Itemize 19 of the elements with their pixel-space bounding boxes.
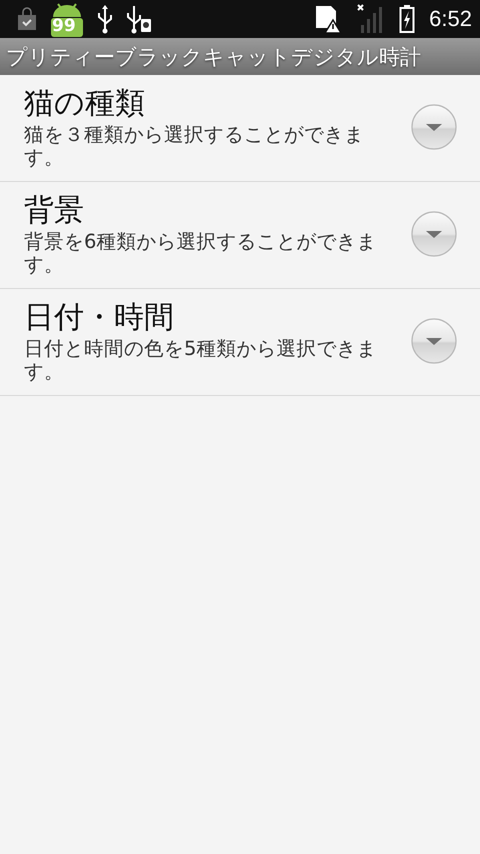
usb-icon: [96, 4, 114, 34]
android-icon: [50, 1, 84, 37]
setting-title: 日付・時間: [24, 299, 175, 337]
setting-title: 背景: [24, 192, 85, 230]
dropdown-button[interactable]: [410, 317, 458, 365]
battery-charging-icon: [399, 4, 416, 34]
setting-summary: 日付と時間の色を5種類から選択できます。: [24, 337, 378, 383]
settings-row[interactable]: 日付・時間 日付と時間の色を5種類から選択できます。: [0, 289, 480, 396]
app-title: プリティーブラックキャットデジタル時計: [6, 44, 421, 70]
setting-title: 猫の種類: [24, 85, 146, 123]
setting-summary: 猫を３種類から選択することができます。: [24, 123, 365, 169]
dropdown-button[interactable]: [410, 210, 458, 258]
usb-storage-icon: [126, 4, 152, 34]
settings-row[interactable]: 背景 背景を6種類から選択することができます。: [0, 182, 480, 289]
settings-row[interactable]: 猫の種類 猫を３種類から選択することができます。: [0, 75, 480, 182]
notification-count: 99: [52, 16, 76, 36]
dropdown-button[interactable]: [410, 103, 458, 151]
clock-time: 6:52: [429, 6, 472, 32]
setting-summary: 背景を6種類から選択することができます。: [24, 230, 378, 276]
